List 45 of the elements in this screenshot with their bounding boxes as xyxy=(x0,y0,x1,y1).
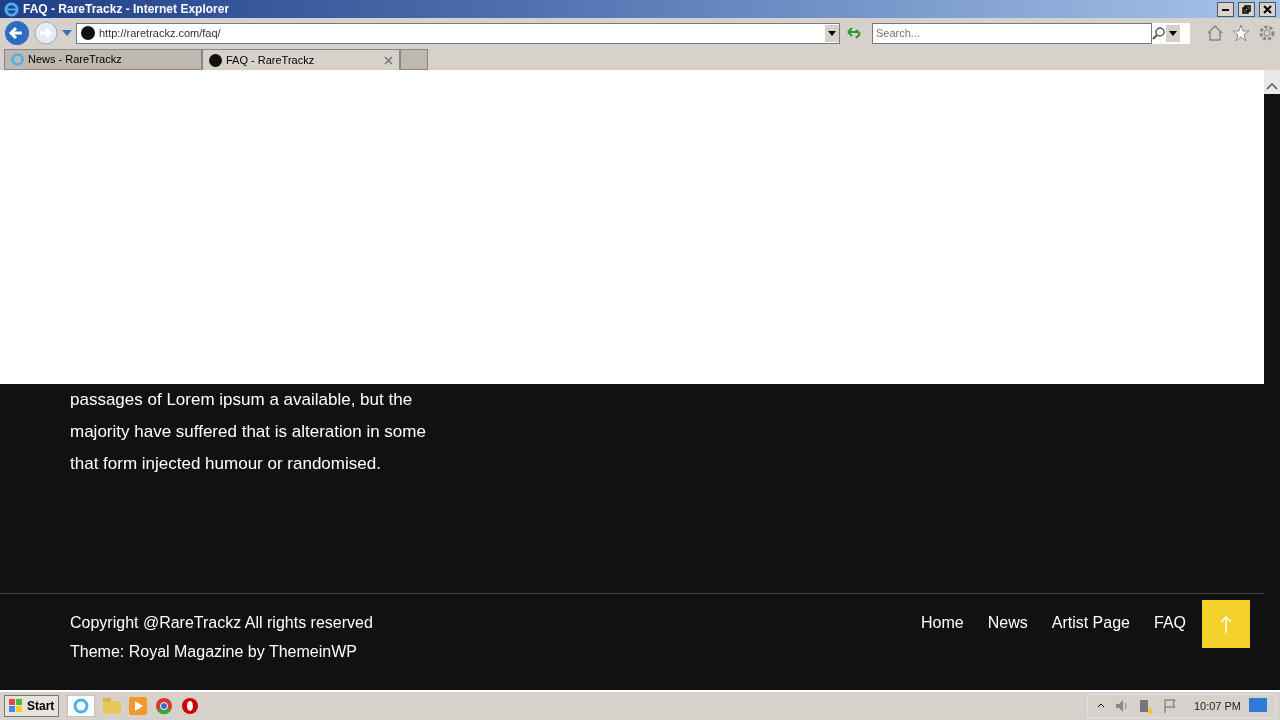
paragraph: passages of Lorem ipsum a available, but the majority have suffered that is alteration in some that form injected humour or randomised. xyxy=(70,389,427,475)
dropdown-icon[interactable] xyxy=(1166,24,1180,42)
browser-icon[interactable] xyxy=(67,695,96,717)
show-desktop-icon[interactable] xyxy=(1249,698,1267,714)
minimize-icon xyxy=(1222,8,1229,11)
close-icon xyxy=(1263,5,1272,15)
media-player-icon[interactable] xyxy=(129,697,148,715)
forward-button[interactable] xyxy=(34,21,58,45)
star-icon[interactable] xyxy=(1232,24,1250,42)
site-icon xyxy=(209,53,222,67)
search-field[interactable]: Search... xyxy=(872,22,1152,44)
opera-icon[interactable] xyxy=(181,697,200,715)
browser-icon xyxy=(4,1,19,17)
close-button[interactable] xyxy=(1259,1,1276,17)
footer-link[interactable]: Home xyxy=(921,608,964,637)
settings-icon[interactable] xyxy=(1258,24,1276,42)
minimize-button[interactable] xyxy=(1217,1,1234,17)
copyright-text: Copyright @RareTrackz All rights reserved xyxy=(70,613,373,633)
flag-icon[interactable] xyxy=(1161,698,1178,714)
scrollbar[interactable] xyxy=(1264,70,1280,690)
speaker-icon[interactable] xyxy=(1113,698,1130,714)
footer-link[interactable]: Artist Page xyxy=(1051,608,1130,637)
start-button[interactable]: Start xyxy=(4,695,60,717)
windows-logo-icon xyxy=(9,699,23,713)
arrow-up-icon xyxy=(1219,615,1233,633)
site-icon xyxy=(81,26,95,40)
search-icon[interactable] xyxy=(1152,26,1166,40)
close-tab-icon[interactable] xyxy=(384,55,393,65)
new-tab-button[interactable] xyxy=(400,49,428,70)
browser-tab[interactable]: News - RareTrackz xyxy=(4,49,202,70)
back-button[interactable] xyxy=(4,20,30,46)
browser-icon xyxy=(11,53,24,66)
theme-credit: Theme: Royal Magazine by ThemeinWP xyxy=(70,642,358,662)
footer-link[interactable]: FAQ xyxy=(1154,608,1186,637)
chrome-icon[interactable] xyxy=(155,697,174,715)
footer-link[interactable]: News xyxy=(987,608,1028,637)
clock: 10:07 PM xyxy=(1193,698,1241,714)
browser-tab[interactable]: FAQ - RareTrackz xyxy=(202,49,400,70)
dropdown-icon[interactable] xyxy=(825,24,839,42)
window-title: FAQ - RareTrackz - Internet Explorer xyxy=(23,1,230,18)
address-field[interactable]: http://raretrackz.com/faq/ xyxy=(76,22,840,44)
network-icon[interactable] xyxy=(1137,698,1154,714)
restore-button[interactable] xyxy=(1238,1,1255,17)
home-icon[interactable] xyxy=(1206,24,1224,42)
restore-icon xyxy=(1242,5,1251,15)
